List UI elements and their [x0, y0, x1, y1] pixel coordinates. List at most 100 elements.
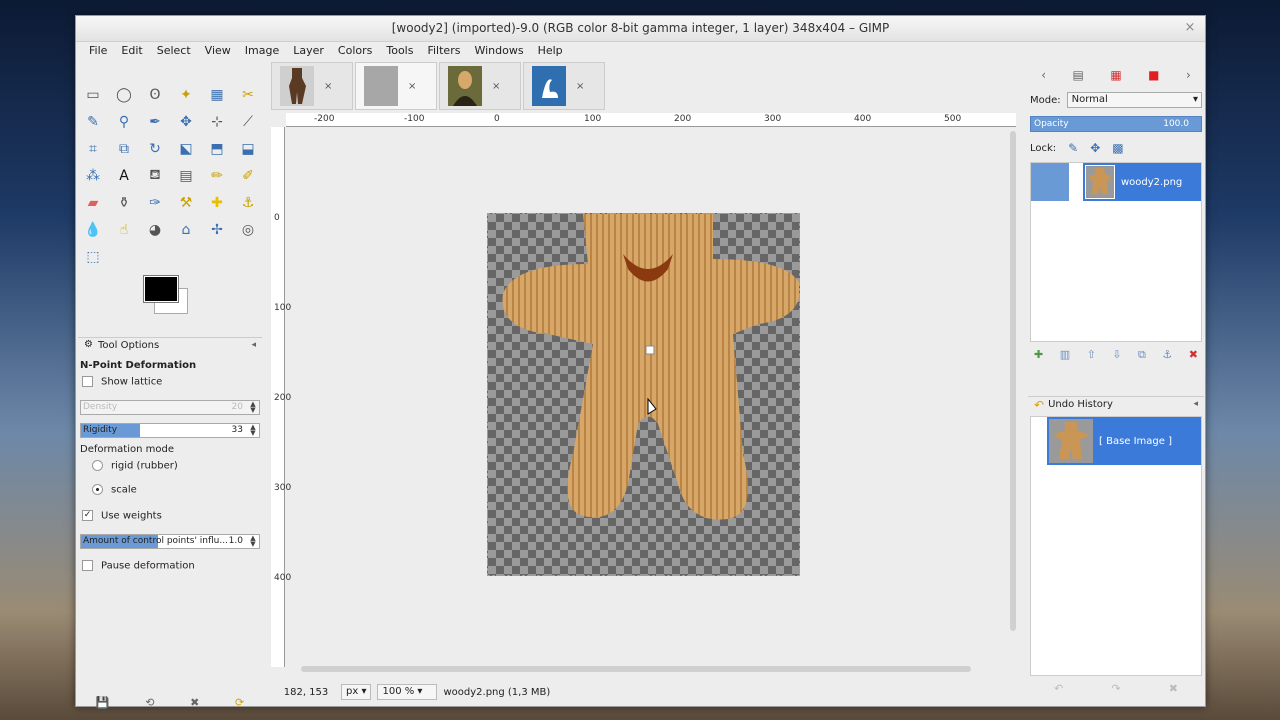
vertical-ruler[interactable]: 0 100 200 300 400 — [271, 127, 291, 667]
close-tab-icon[interactable]: × — [408, 81, 416, 92]
mode-dropdown[interactable]: Normal — [1066, 92, 1202, 108]
canvas-area[interactable]: 0 100 200 300 400 -200 -100 0 100 200 300 400 500 — [271, 113, 1016, 683]
opacity-spinscale[interactable]: Opacity 100.0 — [1030, 116, 1202, 132]
foreground-select-icon[interactable]: ✎ — [82, 111, 104, 133]
pencil-icon[interactable]: ✏ — [206, 165, 228, 187]
heal-icon[interactable]: ✚ — [206, 192, 228, 214]
mode-rigid-row[interactable]: rigid (rubber) — [78, 460, 262, 474]
clear-history-icon[interactable]: ✖ — [1169, 682, 1178, 700]
mode-scale-radio[interactable] — [92, 484, 103, 495]
tool-options-tab[interactable]: Tool Options — [98, 340, 159, 351]
rect-select-icon[interactable]: ▭ — [82, 84, 104, 106]
blend-icon[interactable]: ▤ — [175, 165, 197, 187]
warp-transform-icon[interactable]: ✢ — [206, 219, 228, 241]
color-select-icon[interactable]: ▦ — [206, 84, 228, 106]
show-lattice-checkbox[interactable] — [82, 376, 93, 387]
scroll-left-icon[interactable]: ‹ — [1041, 68, 1046, 82]
menu-tools[interactable]: Tools — [379, 42, 420, 60]
shear-icon[interactable]: ⬒ — [206, 138, 228, 160]
horizontal-scrollbar[interactable] — [291, 664, 971, 674]
menu-layer[interactable]: Layer — [286, 42, 331, 60]
channels-tab-icon[interactable]: ▦ — [1110, 68, 1121, 82]
unit-select[interactable]: px ▾ — [341, 684, 372, 700]
move-icon[interactable]: ✥ — [175, 111, 197, 133]
new-layer-icon[interactable]: ✚ — [1034, 348, 1043, 366]
layer-selected[interactable]: woody2.png — [1083, 163, 1201, 201]
vertical-scrollbar[interactable] — [1008, 131, 1018, 661]
color-picker-icon[interactable]: ⬚ — [82, 246, 104, 268]
menu-help[interactable]: Help — [531, 42, 570, 60]
undo-item[interactable]: [ Base Image ] — [1047, 417, 1201, 465]
delete-layer-icon[interactable]: ✖ — [1189, 348, 1198, 366]
blur-icon[interactable]: 💧 — [82, 219, 104, 241]
menu-colors[interactable]: Colors — [331, 42, 379, 60]
image-canvas[interactable] — [487, 213, 800, 576]
scissors-select-icon[interactable]: ✂ — [237, 84, 259, 106]
horizontal-ruler[interactable]: -200 -100 0 100 200 300 400 500 — [286, 113, 1016, 127]
rigidity-spinscale[interactable]: Rigidity 33 ▲ ▼ — [80, 423, 260, 438]
restore-options-icon[interactable]: ⟲ — [145, 696, 154, 709]
eraser-icon[interactable]: ▰ — [82, 192, 104, 214]
clone-icon[interactable]: ⚒ — [175, 192, 197, 214]
vertical-scroll-thumb[interactable] — [1010, 131, 1016, 631]
pause-deformation-checkbox[interactable] — [82, 560, 93, 571]
foreground-color-swatch[interactable] — [143, 275, 179, 303]
raise-layer-icon[interactable]: ⇧ — [1087, 348, 1096, 366]
pause-deformation-row[interactable]: Pause deformation — [78, 560, 262, 574]
rigidity-row[interactable]: Rigidity 33 ▲ ▼ — [78, 423, 262, 438]
image-tab-swan[interactable]: × — [523, 62, 605, 110]
crop-icon[interactable]: ⌗ — [82, 138, 104, 160]
use-weights-row[interactable]: ✓ Use weights — [78, 510, 262, 524]
scale-icon[interactable]: ⬕ — [175, 138, 197, 160]
mode-rigid-radio[interactable] — [92, 460, 103, 471]
perspective-icon[interactable]: ⬓ — [237, 138, 259, 160]
bucket-fill-icon[interactable]: ⛾ — [144, 165, 166, 187]
layers-tab-icon[interactable]: ▤ — [1073, 68, 1084, 82]
close-tab-icon[interactable]: × — [576, 81, 584, 92]
layer-row[interactable]: woody2.png — [1031, 163, 1201, 201]
menu-edit[interactable]: Edit — [114, 42, 149, 60]
smudge-icon[interactable]: ☝ — [113, 219, 135, 241]
close-window-button[interactable]: × — [1181, 19, 1199, 37]
anchor-layer-icon[interactable]: ⚓ — [1162, 348, 1172, 366]
ellipse-select-icon[interactable]: ◯ — [113, 84, 135, 106]
horizontal-scroll-thumb[interactable] — [301, 666, 971, 672]
scroll-right-icon[interactable]: › — [1186, 68, 1191, 82]
zoom-icon[interactable]: ⚲ — [113, 111, 135, 133]
measure-icon[interactable]: ⟋ — [237, 111, 259, 133]
use-weights-checkbox[interactable]: ✓ — [82, 510, 93, 521]
text-icon[interactable]: A — [113, 165, 135, 187]
menu-select[interactable]: Select — [150, 42, 198, 60]
lower-layer-icon[interactable]: ⇩ — [1112, 348, 1121, 366]
reset-options-icon[interactable]: ⟳ — [235, 696, 244, 709]
ink-icon[interactable]: ✑ — [144, 192, 166, 214]
paths-icon[interactable]: ✒ — [144, 111, 166, 133]
duplicate-layer-icon[interactable]: ⧉ — [1138, 348, 1146, 366]
amount-spinscale[interactable]: Amount of control points' influ... 1.0 ▲… — [80, 534, 260, 549]
fg-bg-colors[interactable] — [143, 275, 196, 316]
undo-icon[interactable]: ↶ — [1054, 682, 1063, 700]
mode-scale-row[interactable]: scale — [78, 484, 262, 498]
rigidity-arrows[interactable]: ▲ ▼ — [247, 424, 259, 437]
close-tab-icon[interactable]: × — [324, 81, 332, 92]
lock-position-icon[interactable]: ✥ — [1090, 141, 1100, 155]
save-options-icon[interactable]: 💾 — [96, 696, 110, 709]
free-select-icon[interactable]: ʘ — [144, 84, 166, 106]
show-lattice-row[interactable]: Show lattice — [78, 376, 262, 390]
dock-menu-icon[interactable]: ◂ — [251, 340, 256, 350]
fuzzy-select-icon[interactable]: ✦ — [175, 84, 197, 106]
layer-visibility-toggle[interactable] — [1031, 163, 1069, 201]
airbrush-icon[interactable]: ⚱ — [113, 192, 135, 214]
lock-pixels-icon[interactable]: ✎ — [1068, 141, 1078, 155]
undo-dock-menu-icon[interactable]: ◂ — [1193, 399, 1198, 409]
mypaint-brush-icon[interactable]: ◎ — [237, 219, 259, 241]
cage-transform-icon[interactable]: ⌂ — [175, 219, 197, 241]
undo-history-tab[interactable]: Undo History — [1048, 399, 1113, 410]
align-icon[interactable]: ⊹ — [206, 111, 228, 133]
menu-windows[interactable]: Windows — [467, 42, 530, 60]
paths-tab-icon[interactable]: ■ — [1148, 68, 1159, 82]
delete-options-icon[interactable]: ✖ — [190, 696, 199, 709]
rotate-icon[interactable]: ↻ — [144, 138, 166, 160]
menu-filters[interactable]: Filters — [420, 42, 467, 60]
perspective-clone-icon[interactable]: ⚓ — [237, 192, 259, 214]
